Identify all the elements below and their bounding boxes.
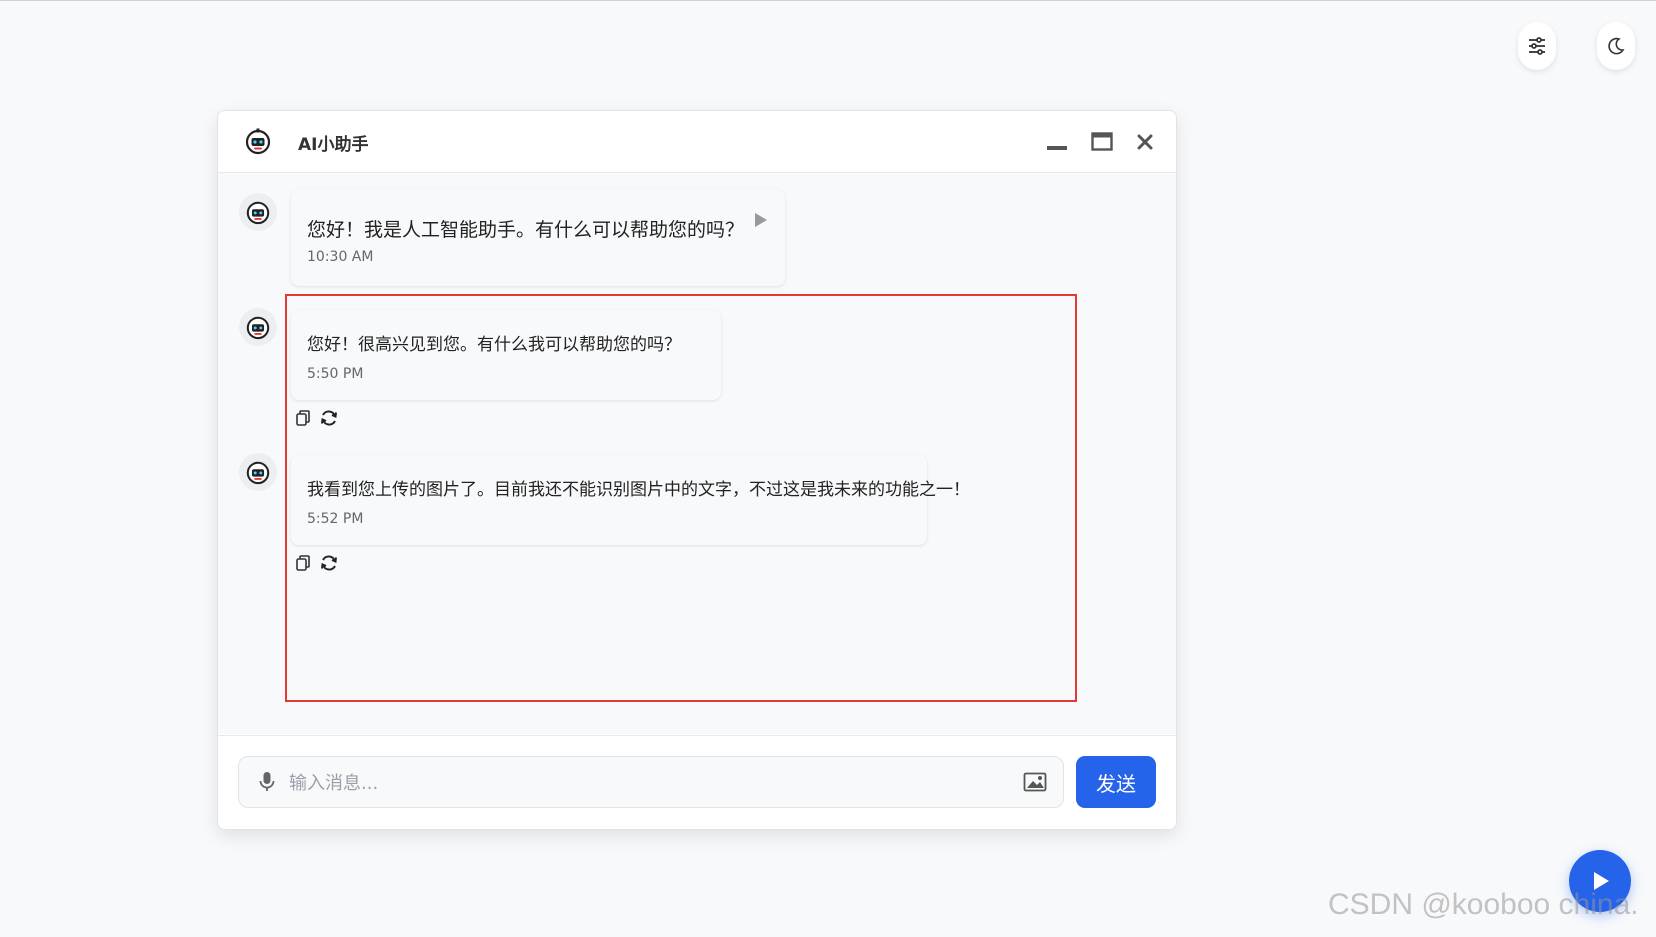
message-list: 您好！我是人工智能助手。有什么可以帮助您的吗？ 10:30 AM 您好！很高兴见… bbox=[218, 173, 1176, 734]
refresh-icon bbox=[321, 555, 337, 571]
message-time: 5:50 PM bbox=[307, 366, 364, 382]
maximize-button[interactable] bbox=[1089, 129, 1115, 155]
copy-icon bbox=[296, 410, 310, 426]
message-bubble: 我看到您上传的图片了。目前我还不能识别图片中的文字，不过这是我未来的功能之一！ … bbox=[291, 455, 970, 545]
microphone-icon[interactable] bbox=[257, 770, 277, 794]
settings-button[interactable] bbox=[1518, 22, 1556, 70]
theme-toggle-button[interactable] bbox=[1597, 22, 1635, 70]
message-text: 我看到您上传的图片了。目前我还不能识别图片中的文字，不过这是我未来的功能之一！ bbox=[307, 480, 970, 500]
moon-icon bbox=[1608, 37, 1625, 55]
chat-window: AI小助手 您好！我是人工智能助手。有什么可以帮助您的吗？ 10:30 AM 您… bbox=[217, 110, 1177, 830]
robot-icon bbox=[246, 461, 270, 485]
close-icon bbox=[1137, 134, 1153, 150]
refresh-icon bbox=[321, 410, 337, 426]
message-bubble: 您好！很高兴见到您。有什么我可以帮助您的吗？ 5:50 PM bbox=[291, 310, 721, 400]
minimize-button[interactable] bbox=[1044, 129, 1070, 155]
play-icon[interactable] bbox=[751, 211, 769, 229]
regenerate-button[interactable] bbox=[317, 406, 341, 430]
message-input[interactable] bbox=[287, 757, 1011, 809]
input-bar: 发送 bbox=[218, 735, 1176, 829]
message-actions bbox=[291, 406, 341, 430]
message-actions bbox=[291, 551, 341, 575]
message-text: 您好！很高兴见到您。有什么我可以帮助您的吗？ bbox=[307, 335, 681, 355]
copy-icon bbox=[296, 555, 310, 571]
message-input-container bbox=[238, 756, 1064, 809]
watermark: CSDN @kooboo china. bbox=[1328, 888, 1639, 921]
maximize-icon bbox=[1091, 132, 1113, 151]
message-time: 5:52 PM bbox=[307, 511, 364, 527]
regenerate-button[interactable] bbox=[317, 551, 341, 575]
assistant-avatar bbox=[239, 308, 277, 346]
robot-icon bbox=[246, 316, 270, 340]
close-button[interactable] bbox=[1132, 129, 1158, 155]
robot-icon bbox=[245, 128, 271, 155]
message-text: 您好！我是人工智能助手。有什么可以帮助您的吗？ bbox=[307, 219, 745, 241]
assistant-avatar bbox=[239, 193, 277, 231]
chat-header: AI小助手 bbox=[218, 111, 1176, 173]
sliders-icon bbox=[1529, 37, 1545, 55]
image-icon[interactable] bbox=[1023, 771, 1047, 793]
copy-button[interactable] bbox=[291, 551, 315, 575]
copy-button[interactable] bbox=[291, 406, 315, 430]
message-time: 10:30 AM bbox=[307, 249, 374, 265]
minimize-icon bbox=[1047, 146, 1067, 150]
send-button[interactable]: 发送 bbox=[1076, 756, 1156, 808]
top-divider bbox=[0, 0, 1656, 1]
robot-icon bbox=[246, 201, 270, 225]
chat-title: AI小助手 bbox=[298, 135, 369, 155]
assistant-avatar bbox=[239, 453, 277, 491]
message-bubble: 您好！我是人工智能助手。有什么可以帮助您的吗？ 10:30 AM bbox=[291, 189, 785, 286]
